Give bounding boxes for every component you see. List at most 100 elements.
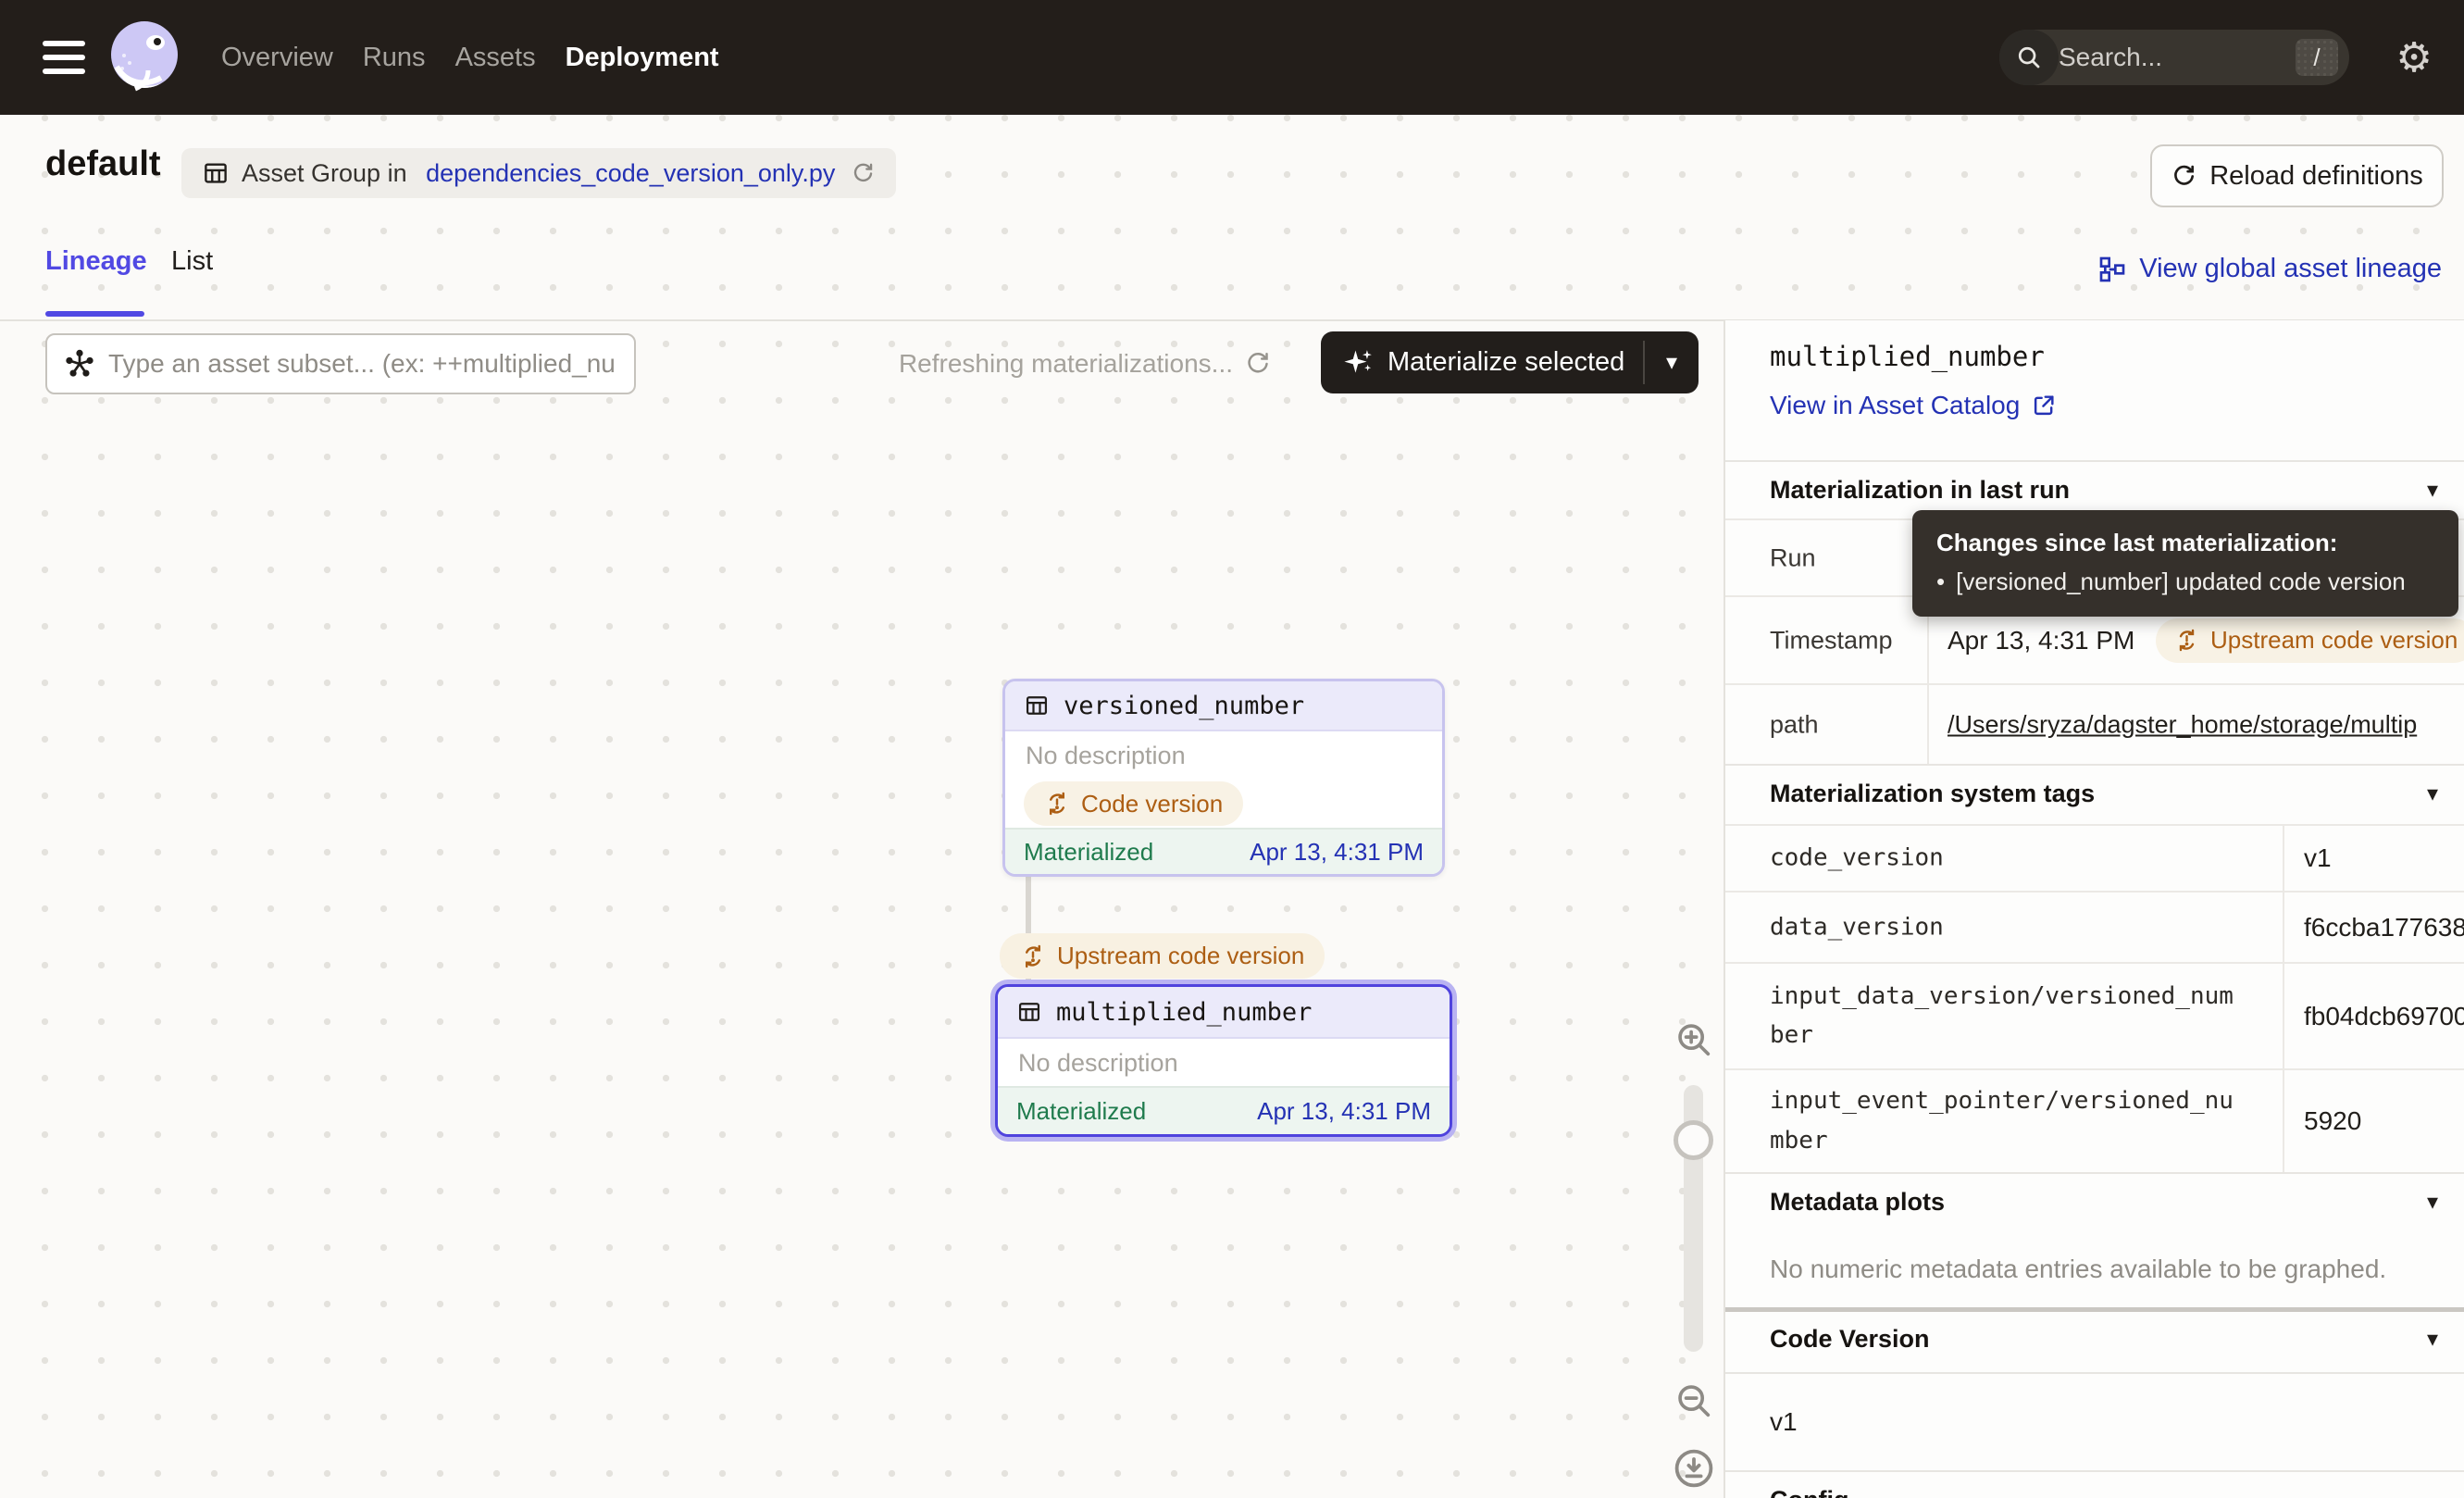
row-label: Timestamp xyxy=(1770,626,1893,655)
asset-node-header: multiplied_number xyxy=(998,987,1450,1039)
asset-name: multiplied_number xyxy=(1056,998,1312,1027)
tag-row: code_version v1 xyxy=(1725,824,2464,891)
recenter-download-icon[interactable] xyxy=(1672,1446,1716,1491)
sync-alert-icon xyxy=(1044,791,1070,817)
tooltip-change-item: [versioned_number] updated code version xyxy=(1956,566,2406,598)
tab-list[interactable]: List xyxy=(171,246,213,277)
upstream-code-version-label: Upstream code version xyxy=(1057,942,1304,970)
asset-node-multiplied-number[interactable]: multiplied_number No description Materia… xyxy=(995,984,1452,1137)
asset-subset-filter[interactable] xyxy=(45,333,636,394)
nav-item-overview[interactable]: Overview xyxy=(221,43,333,73)
global-search[interactable]: / xyxy=(1999,30,2349,85)
materialization-time-link[interactable]: Apr 13, 4:31 PM xyxy=(1257,1097,1431,1126)
view-global-asset-lineage-label: View global asset lineage xyxy=(2139,254,2442,284)
materialization-time-link[interactable]: Apr 13, 4:31 PM xyxy=(1250,838,1424,867)
section-label: Code Version xyxy=(1770,1325,1930,1354)
section-materialization-system-tags[interactable]: Materialization system tags xyxy=(1725,764,2464,822)
nav-item-assets[interactable]: Assets xyxy=(455,43,536,73)
tag-row: input_data_version/versioned_number fb04… xyxy=(1725,962,2464,1068)
tag-row: input_event_pointer/versioned_number 592… xyxy=(1725,1068,2464,1172)
op-selector-icon xyxy=(64,348,95,380)
zoom-in-icon[interactable] xyxy=(1673,1018,1715,1061)
row-label: Run xyxy=(1770,543,1816,572)
asset-group-icon xyxy=(202,159,230,187)
hamburger-menu-icon[interactable] xyxy=(43,35,85,80)
refresh-icon[interactable] xyxy=(1244,350,1272,378)
view-global-asset-lineage-link[interactable]: View global asset lineage xyxy=(2097,254,2442,284)
tab-lineage[interactable]: Lineage xyxy=(45,246,147,277)
code-version-badge-label: Code version xyxy=(1081,790,1223,818)
row-label: path xyxy=(1770,710,1819,739)
code-version-value: v1 xyxy=(1725,1372,2464,1470)
upstream-code-version-label: Upstream code version xyxy=(2210,626,2458,655)
materialized-status: Materialized xyxy=(1016,1097,1146,1126)
materialize-selected-label: Materialize selected xyxy=(1388,347,1624,378)
dagster-logo[interactable] xyxy=(107,20,181,94)
section-config[interactable]: Config xyxy=(1725,1470,2464,1498)
active-tab-underline xyxy=(45,311,144,317)
nav-item-runs[interactable]: Runs xyxy=(363,43,426,73)
chevron-down-icon xyxy=(1666,349,1677,376)
upstream-code-version-badge[interactable]: Upstream code version xyxy=(2156,618,2464,663)
section-label: Config xyxy=(1770,1486,1848,1498)
asset-description: No description xyxy=(998,1039,1450,1087)
materialize-selected-button[interactable]: Materialize selected xyxy=(1321,331,1699,393)
tag-key: code_version xyxy=(1770,839,2237,879)
materialize-dropdown-button[interactable] xyxy=(1645,331,1699,393)
upstream-code-version-badge[interactable]: Upstream code version xyxy=(1000,933,1325,979)
sync-alert-icon xyxy=(2174,628,2199,653)
tooltip-title: Changes since last materialization: xyxy=(1936,527,2434,559)
chevron-down-icon xyxy=(2427,477,2438,504)
zoom-out-icon[interactable] xyxy=(1673,1379,1715,1422)
asset-node-footer: Materialized Apr 13, 4:31 PM xyxy=(1005,828,1442,874)
changes-tooltip: Changes since last materialization: • [v… xyxy=(1912,510,2458,617)
asset-group-label: Asset Group in xyxy=(242,159,414,188)
tag-key: data_version xyxy=(1770,907,2237,947)
asset-description: No description xyxy=(1005,731,1442,780)
tag-value: v1 xyxy=(2304,843,2464,873)
section-metadata-plots[interactable]: Metadata plots xyxy=(1725,1172,2464,1230)
asset-node-header: versioned_number xyxy=(1005,681,1442,731)
materialized-status: Materialized xyxy=(1024,838,1153,867)
asset-group-badge: Asset Group in dependencies_code_version… xyxy=(181,148,896,198)
row-path: path /Users/sryza/dagster_home/storage/m… xyxy=(1725,683,2464,764)
gear-icon[interactable] xyxy=(2388,0,2440,115)
asset-subset-input[interactable] xyxy=(108,349,619,379)
zoom-slider-handle[interactable] xyxy=(1674,1120,1713,1160)
view-in-asset-catalog-label: View in Asset Catalog xyxy=(1770,391,2020,420)
chevron-down-icon xyxy=(2427,1189,2438,1216)
panel-asset-title: multiplied_number xyxy=(1770,341,2045,372)
refresh-icon[interactable] xyxy=(851,161,876,186)
nav-item-deployment[interactable]: Deployment xyxy=(566,43,719,73)
section-code-version[interactable]: Code Version xyxy=(1725,1307,2464,1366)
reload-definitions-button[interactable]: Reload definitions xyxy=(2150,144,2444,207)
search-input[interactable] xyxy=(2059,43,2296,72)
tag-key: input_event_pointer/versioned_number xyxy=(1770,1081,2237,1161)
asset-node-versioned-number[interactable]: versioned_number No description Code ver… xyxy=(1002,679,1445,877)
path-link[interactable]: /Users/sryza/dagster_home/storage/multip xyxy=(1948,710,2464,739)
timestamp-value: Apr 13, 4:31 PM xyxy=(1948,626,2134,655)
section-label: Materialization system tags xyxy=(1770,780,2095,808)
reload-definitions-label: Reload definitions xyxy=(2209,161,2423,192)
tag-value: 5920 xyxy=(2304,1106,2464,1136)
asset-node-footer: Materialized Apr 13, 4:31 PM xyxy=(998,1086,1450,1134)
search-icon xyxy=(1999,30,2059,85)
metadata-plots-empty-text: No numeric metadata entries available to… xyxy=(1770,1230,2464,1307)
tag-row: data_version f6ccba177638 xyxy=(1725,891,2464,962)
code-version-badge[interactable]: Code version xyxy=(1024,781,1243,826)
primary-nav: Overview Runs Assets Deployment xyxy=(221,0,719,115)
section-label: Materialization in last run xyxy=(1770,476,2070,505)
section-label: Metadata plots xyxy=(1770,1188,1945,1217)
table-icon xyxy=(1016,999,1042,1025)
lineage-graph-icon xyxy=(2097,255,2127,284)
tag-key: input_data_version/versioned_number xyxy=(1770,977,2237,1056)
asset-group-file-link[interactable]: dependencies_code_version_only.py xyxy=(426,159,835,188)
sync-alert-icon xyxy=(1020,943,1046,969)
refreshing-status-text: Refreshing materializations... xyxy=(833,333,1233,394)
tag-value: fb04dcb69700 xyxy=(2304,1002,2464,1031)
view-in-asset-catalog-link[interactable]: View in Asset Catalog xyxy=(1770,391,2057,420)
sparkle-icon xyxy=(1343,347,1375,379)
asset-details-panel: multiplied_number View in Asset Catalog … xyxy=(1724,320,2464,1498)
asset-name: versioned_number xyxy=(1064,692,1304,720)
page-title: default xyxy=(45,144,161,184)
